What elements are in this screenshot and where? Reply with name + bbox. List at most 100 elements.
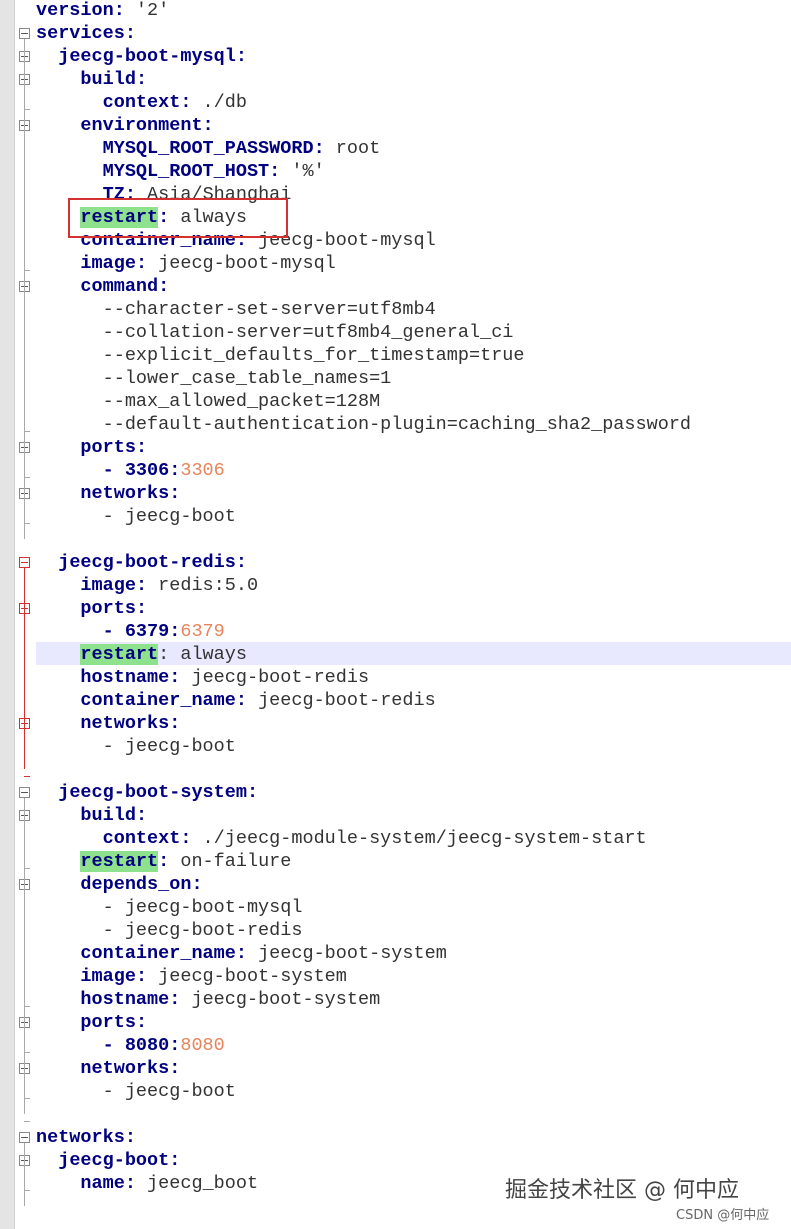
code-line: jeecg-boot-redis: bbox=[58, 552, 247, 573]
yaml-item: --default-authentication-plugin=caching_… bbox=[102, 414, 692, 435]
code-line: context: ./db bbox=[102, 92, 247, 113]
yaml-item: - jeecg-boot-mysql bbox=[102, 897, 303, 918]
yaml-value: jeecg-boot-system bbox=[246, 943, 447, 964]
yaml-value: ./db bbox=[191, 92, 247, 113]
csdn-watermark: CSDN @何中应 bbox=[676, 1208, 770, 1223]
yaml-item: --explicit_defaults_for_timestamp=true bbox=[102, 345, 525, 366]
fold-line bbox=[24, 798, 25, 1114]
code-line: jeecg-boot: bbox=[58, 1150, 181, 1171]
yaml-item: - jeecg-boot bbox=[102, 1081, 236, 1102]
yaml-item: --character-set-server=utf8mb4 bbox=[102, 299, 436, 320]
code-line: command: bbox=[80, 276, 170, 297]
yaml-value: '%' bbox=[280, 161, 325, 182]
yaml-key: name bbox=[80, 1173, 125, 1194]
fold-end-mark bbox=[24, 1052, 30, 1053]
code-line: build: bbox=[80, 69, 148, 90]
yaml-key: restart bbox=[80, 851, 159, 872]
code-line: MYSQL_ROOT_HOST: '%' bbox=[102, 161, 325, 182]
yaml-value: root bbox=[324, 138, 381, 159]
yaml-key: ports bbox=[80, 1012, 136, 1033]
yaml-value: '2' bbox=[124, 0, 170, 21]
code-line: build: bbox=[80, 805, 148, 826]
yaml-key: jeecg-boot bbox=[58, 1150, 170, 1171]
code-line: - jeecg-boot bbox=[36, 1080, 236, 1103]
code-line: - 8080:8080 bbox=[36, 1034, 225, 1057]
code-line: image: jeecg-boot-mysql bbox=[80, 253, 336, 274]
fold-toggle-icon[interactable] bbox=[19, 787, 30, 798]
yaml-item: - jeecg-boot-redis bbox=[102, 920, 303, 941]
code-line: --explicit_defaults_for_timestamp=true bbox=[36, 344, 525, 367]
port-container: 3306 bbox=[180, 460, 225, 481]
fold-toggle-icon[interactable] bbox=[19, 557, 30, 568]
code-line: image: redis:5.0 bbox=[80, 575, 259, 596]
yaml-key: networks bbox=[80, 483, 170, 504]
code-line: ports: bbox=[80, 598, 148, 619]
yaml-key: hostname bbox=[80, 667, 170, 688]
yaml-key: networks bbox=[80, 713, 170, 734]
yaml-key: jeecg-boot-mysql bbox=[58, 46, 236, 67]
fold-end-mark bbox=[24, 868, 30, 869]
code-line: ports: bbox=[80, 1012, 148, 1033]
code-line: --character-set-server=utf8mb4 bbox=[36, 298, 436, 321]
port-host: - 3306: bbox=[102, 460, 181, 481]
code-line: - jeecg-boot bbox=[36, 735, 236, 758]
yaml-key: image bbox=[80, 253, 136, 274]
fold-end-mark bbox=[24, 523, 30, 524]
code-line: --collation-server=utf8mb4_general_ci bbox=[36, 321, 514, 344]
fold-end-mark bbox=[24, 1006, 30, 1007]
yaml-key: ports bbox=[80, 598, 136, 619]
code-line: image: jeecg-boot-system bbox=[80, 966, 347, 987]
code-line: restart: on-failure bbox=[80, 851, 292, 872]
fold-toggle-icon[interactable] bbox=[19, 28, 30, 39]
yaml-key: MYSQL_ROOT_HOST bbox=[102, 161, 270, 182]
watermark: 掘金技术社区 @ 何中应 bbox=[505, 1178, 739, 1203]
yaml-value: redis:5.0 bbox=[147, 575, 259, 596]
yaml-key: jeecg-boot-redis bbox=[58, 552, 236, 573]
port-container: 8080 bbox=[180, 1035, 225, 1056]
fold-end-mark bbox=[24, 1121, 30, 1122]
yaml-key: hostname bbox=[80, 989, 170, 1010]
code-line: --lower_case_table_names=1 bbox=[36, 367, 392, 390]
code-line: depends_on: bbox=[80, 874, 203, 895]
line-gutter bbox=[0, 0, 15, 1229]
yaml-key: depends_on bbox=[80, 874, 192, 895]
yaml-value: jeecg-boot-mysql bbox=[147, 253, 336, 274]
yaml-value: jeecg-boot-system bbox=[180, 989, 381, 1010]
yaml-key: networks bbox=[36, 1127, 125, 1148]
fold-end-mark bbox=[24, 270, 30, 271]
yaml-item: --lower_case_table_names=1 bbox=[102, 368, 392, 389]
code-line: environment: bbox=[80, 115, 214, 136]
yaml-value: jeecg-boot-redis bbox=[180, 667, 370, 688]
yaml-value: jeecg-boot-redis bbox=[246, 690, 436, 711]
yaml-key: version bbox=[36, 0, 114, 21]
fold-end-mark bbox=[24, 431, 30, 432]
code-line: networks: bbox=[36, 1127, 136, 1148]
port-container: 6379 bbox=[180, 621, 225, 642]
yaml-item: --max_allowed_packet=128M bbox=[102, 391, 381, 412]
yaml-value: jeecg_boot bbox=[135, 1173, 259, 1194]
yaml-key: jeecg-boot-system bbox=[58, 782, 247, 803]
code-line: jeecg-boot-mysql: bbox=[58, 46, 247, 67]
yaml-key: context bbox=[102, 92, 181, 113]
code-line: MYSQL_ROOT_PASSWORD: root bbox=[102, 138, 381, 159]
fold-margin bbox=[15, 0, 35, 1229]
yaml-key: image bbox=[80, 966, 136, 987]
code-line: container_name: jeecg-boot-redis bbox=[80, 690, 436, 711]
fold-end-mark bbox=[24, 776, 30, 777]
yaml-key: restart bbox=[80, 644, 159, 665]
code-line: - jeecg-boot-mysql bbox=[36, 896, 303, 919]
code-line: version: '2' bbox=[36, 0, 170, 21]
code-line: - jeecg-boot-redis bbox=[36, 919, 303, 942]
code-line: container_name: jeecg-boot-system bbox=[80, 943, 447, 964]
yaml-key: build bbox=[80, 69, 136, 90]
fold-toggle-icon[interactable] bbox=[19, 1132, 30, 1143]
code-line: ports: bbox=[80, 437, 148, 458]
fold-end-mark bbox=[24, 1098, 30, 1099]
code-line: --default-authentication-plugin=caching_… bbox=[36, 413, 691, 436]
annotation-box bbox=[68, 198, 288, 238]
code-line: name: jeecg_boot bbox=[80, 1173, 259, 1194]
code-line: hostname: jeecg-boot-system bbox=[80, 989, 381, 1010]
yaml-value: jeecg-boot-system bbox=[147, 966, 347, 987]
code-editor[interactable]: version: '2' services: jeecg-boot-mysql: … bbox=[36, 0, 791, 1229]
yaml-key: command bbox=[80, 276, 159, 297]
